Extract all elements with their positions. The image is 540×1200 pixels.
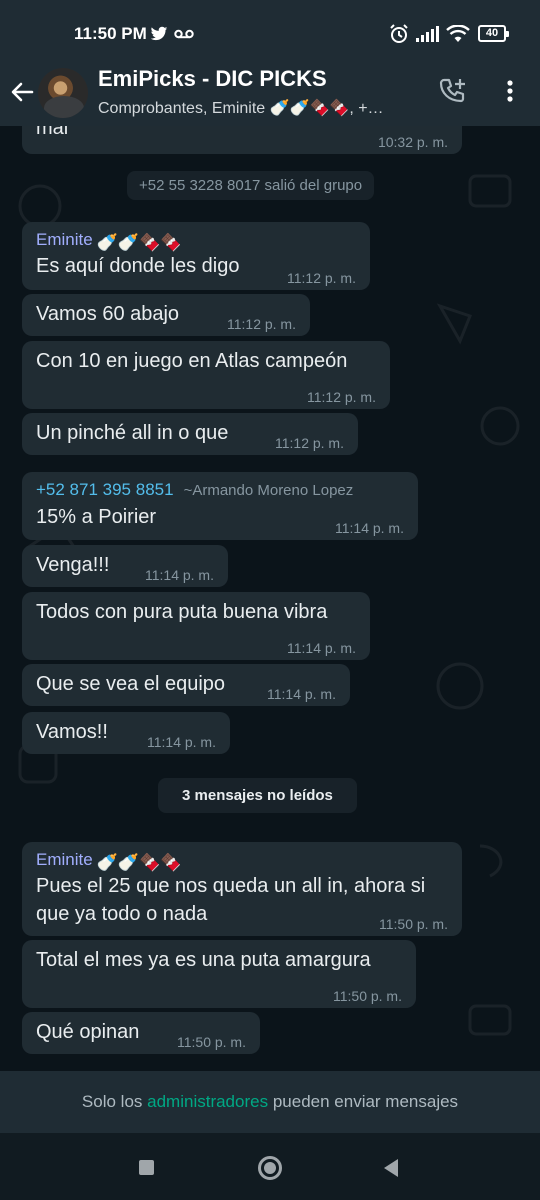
- status-time: 11:50 PM: [74, 24, 147, 43]
- system-message: +52 55 3228 8017 salió del grupo: [127, 171, 375, 200]
- chat-header: EmiPicks - DIC PICKS Comprobantes, Emini…: [0, 66, 540, 126]
- message-time: 11:14 p. m.: [334, 520, 404, 536]
- message-time: 11:12 p. m.: [274, 435, 344, 451]
- message-text: Es aquí donde les digo: [36, 255, 240, 277]
- message-time: 11:12 p. m.: [306, 389, 376, 405]
- message-bubble[interactable]: Un pinché all in o que 11:12 p. m.: [22, 413, 358, 455]
- sender-emojis: 🍼🍼🍫🍫: [96, 852, 182, 872]
- message-bubble[interactable]: Total el mes ya es una puta amargura 11:…: [22, 940, 416, 1008]
- battery-icon: 40: [478, 25, 509, 42]
- signal-icon: [416, 26, 439, 42]
- sender-name-text: Eminite: [36, 850, 93, 869]
- chat-messages-area[interactable]: mal 10:32 p. m. +52 55 3228 8017 salió d…: [0, 126, 540, 1071]
- sender-name[interactable]: Eminite 🍼🍼🍫🍫: [36, 848, 448, 872]
- message-text: Venga!!!: [36, 554, 110, 576]
- message-bubble[interactable]: Eminite 🍼🍼🍫🍫 Es aquí donde les digo 11:12…: [22, 222, 370, 290]
- message-text: Que se vea el equipo: [36, 673, 226, 695]
- message-time: 10:32 p. m.: [377, 134, 448, 150]
- message-bubble[interactable]: Con 10 en juego en Atlas campeón 11:12 p…: [22, 341, 390, 409]
- message-time: 11:14 p. m.: [146, 734, 216, 750]
- message-time: 11:14 p. m.: [266, 686, 336, 702]
- message-bubble[interactable]: +52 871 395 8851 ~Armando Moreno Lopez 15…: [22, 472, 418, 540]
- system-navigation-bar: [0, 1133, 540, 1200]
- message-text: Qué opinan: [36, 1021, 140, 1043]
- message-text: Vamos 60 abajo: [36, 303, 180, 325]
- recent-apps-icon[interactable]: [139, 1160, 154, 1175]
- message-text: mal: [36, 126, 69, 139]
- message-text: Total el mes ya es una puta amargura: [36, 949, 371, 971]
- message-bubble[interactable]: mal 10:32 p. m.: [22, 126, 462, 154]
- sender-alias: ~Armando Moreno Lopez: [183, 482, 354, 499]
- admins-only-notice: Solo los administradores pueden enviar m…: [0, 1071, 540, 1133]
- twitter-icon: [150, 26, 168, 41]
- group-title[interactable]: EmiPicks - DIC PICKS: [98, 66, 327, 92]
- message-bubble[interactable]: Eminite 🍼🍼🍫🍫 Pues el 25 que nos queda un …: [22, 842, 462, 936]
- message-text: Con 10 en juego en Atlas campeón: [36, 350, 348, 372]
- wifi-icon: [446, 25, 470, 42]
- more-options-icon[interactable]: [500, 76, 520, 106]
- notice-prefix: Solo los: [81, 1092, 143, 1111]
- message-bubble[interactable]: Todos con pura puta buena vibra 11:14 p.…: [22, 592, 370, 660]
- message-text: Vamos!!: [36, 721, 108, 743]
- sender-name[interactable]: Eminite 🍼🍼🍫🍫: [36, 228, 356, 252]
- message-time: 11:50 p. m.: [378, 916, 448, 932]
- admins-link[interactable]: administradores: [147, 1092, 268, 1111]
- unread-messages-divider: 3 mensajes no leídos: [158, 778, 357, 813]
- message-time: 11:14 p. m.: [144, 567, 214, 583]
- message-bubble[interactable]: Vamos!! 11:14 p. m.: [22, 712, 230, 754]
- message-time: 11:50 p. m.: [332, 988, 402, 1004]
- message-text: Todos con pura puta buena vibra: [36, 601, 328, 623]
- message-bubble[interactable]: Qué opinan 11:50 p. m.: [22, 1012, 260, 1054]
- message-bubble[interactable]: Vamos 60 abajo 11:12 p. m.: [22, 294, 310, 336]
- sender-name-text: Eminite: [36, 230, 93, 249]
- message-text: 15% a Poirier: [36, 506, 157, 528]
- notice-suffix: pueden enviar mensajes: [272, 1092, 459, 1111]
- nav-back-icon[interactable]: [382, 1158, 400, 1178]
- sender-phone: +52 871 395 8851: [36, 480, 174, 499]
- message-time: 11:50 p. m.: [176, 1034, 246, 1050]
- message-time: 11:12 p. m.: [286, 270, 356, 286]
- sender-emojis: 🍼🍼🍫🍫: [96, 232, 182, 252]
- message-time: 11:14 p. m.: [286, 640, 356, 656]
- status-bar: 11:50 PM 40: [0, 0, 540, 66]
- alarm-icon: [390, 24, 408, 43]
- home-icon[interactable]: [258, 1156, 282, 1180]
- add-call-icon[interactable]: [438, 76, 468, 106]
- voicemail-icon: [174, 29, 194, 39]
- message-text: Un pinché all in o que: [36, 422, 229, 444]
- sender-name[interactable]: +52 871 395 8851 ~Armando Moreno Lopez: [36, 478, 404, 503]
- group-avatar[interactable]: [38, 68, 88, 118]
- message-bubble[interactable]: Que se vea el equipo 11:14 p. m.: [22, 664, 350, 706]
- message-time: 11:12 p. m.: [226, 316, 296, 332]
- message-bubble[interactable]: Venga!!! 11:14 p. m.: [22, 545, 228, 587]
- back-arrow-icon[interactable]: [8, 78, 36, 106]
- group-participants[interactable]: Comprobantes, Eminite 🍼🍼🍫🍫, +…: [98, 98, 418, 118]
